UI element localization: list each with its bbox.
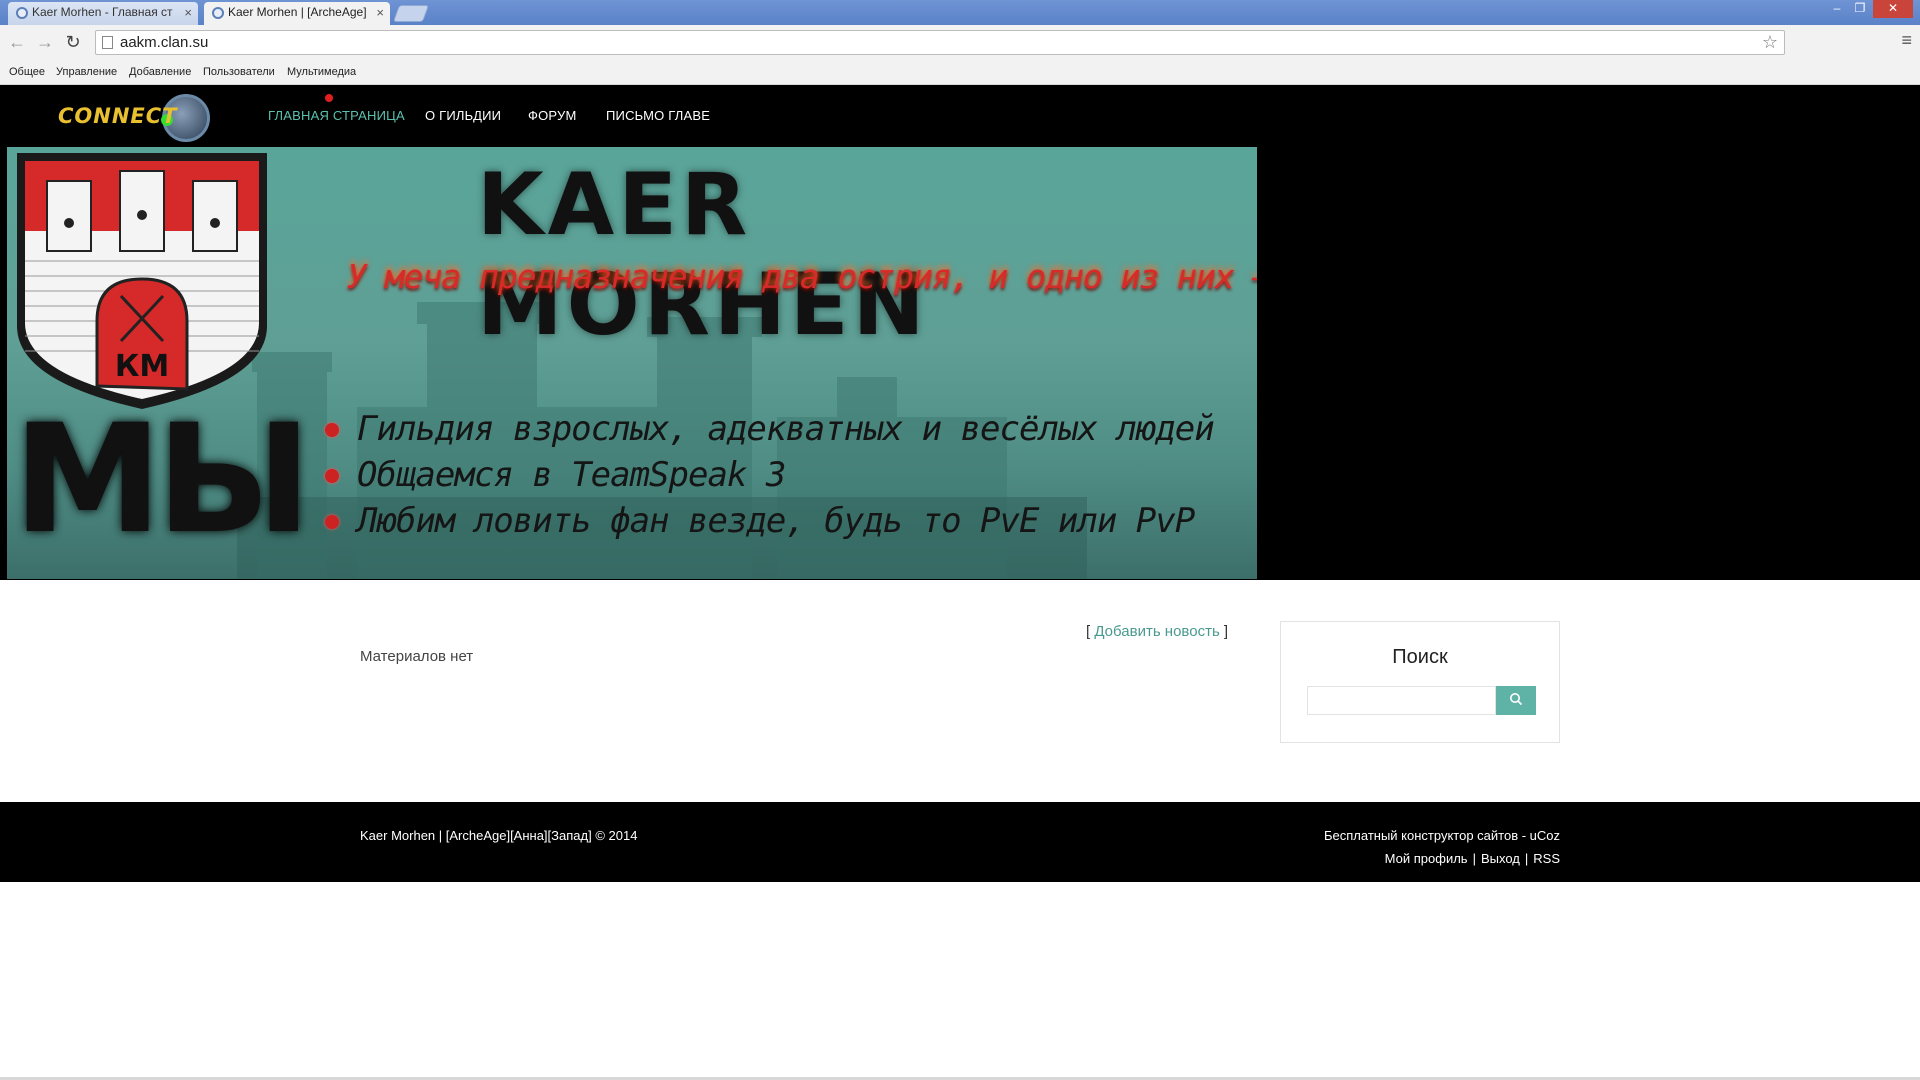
- forward-icon[interactable]: →: [34, 31, 56, 53]
- nav-indicator-dot: [325, 94, 333, 102]
- footer-copyright: Kaer Morhen | [ArcheAge][Анна][Запад] © …: [360, 828, 638, 843]
- bookmark-item[interactable]: Общее: [9, 66, 45, 78]
- banner-motto: У меча предназначения два острия, и одно…: [347, 257, 1257, 296]
- site-favicon-icon: [16, 7, 28, 19]
- add-news-link[interactable]: Добавить новость: [1094, 623, 1219, 640]
- browser-menu-icon[interactable]: ≡: [1901, 30, 1912, 51]
- site-header: CONNECT ГЛАВНАЯ СТРАНИЦА О ГИЛЬДИИ ФОРУМ…: [0, 85, 1920, 580]
- guild-banner: КМ KAER MORHEN У меча предназначения два…: [7, 147, 1257, 579]
- browser-tab-2[interactable]: Kaer Morhen | [ArcheAge] ×: [204, 2, 390, 25]
- search-icon: [1510, 693, 1523, 706]
- nav-about-guild[interactable]: О ГИЛЬДИИ: [425, 108, 501, 123]
- banner-title: KAER MORHEN: [477, 155, 929, 355]
- restore-icon[interactable]: ❐: [1849, 0, 1871, 18]
- reload-icon[interactable]: ↻: [62, 31, 84, 53]
- page-icon: [102, 36, 113, 49]
- search-title: Поиск: [1392, 646, 1448, 668]
- bookmarks-bar: Общее Управление Добавление Пользователи…: [0, 61, 1920, 85]
- banner-big-word: МЫ: [13, 393, 312, 567]
- no-materials-text: Материалов нет: [360, 648, 474, 665]
- tab-close-icon[interactable]: ×: [376, 2, 384, 23]
- main-content: [ Добавить новость ] Материалов нет Поис…: [0, 580, 1920, 802]
- search-widget: Поиск: [1280, 621, 1560, 743]
- minimize-icon[interactable]: –: [1826, 0, 1848, 18]
- tab-title: Kaer Morhen | [ArcheAge]: [228, 5, 367, 19]
- search-button[interactable]: [1496, 686, 1536, 715]
- red-bullet-icon: [325, 423, 339, 437]
- site-logo[interactable]: CONNECT: [58, 90, 218, 145]
- red-bullet-icon: [325, 469, 339, 483]
- add-news-wrapper: [ Добавить новость ]: [1086, 623, 1228, 640]
- logout-link[interactable]: Выход: [1481, 851, 1520, 866]
- separator: |: [1524, 851, 1529, 866]
- bullet-text: Гильдия взрослых, адекватных и весёлых л…: [357, 409, 1215, 449]
- guild-shield-emblem: КМ: [17, 153, 267, 409]
- address-url[interactable]: aakm.clan.su: [120, 31, 208, 54]
- address-bar[interactable]: aakm.clan.su ☆: [95, 30, 1785, 55]
- bullet-text: Общаемся в TeamSpeak 3: [357, 455, 786, 495]
- site-favicon-icon: [212, 7, 224, 19]
- tab-title: Kaer Morhen - Главная ст: [32, 5, 173, 19]
- nav-letter-to-leader[interactable]: ПИСЬМО ГЛАВЕ: [606, 108, 710, 123]
- bracket-close: ]: [1219, 623, 1229, 640]
- nav-forum[interactable]: ФОРУМ: [528, 108, 576, 123]
- rss-link[interactable]: RSS: [1533, 851, 1560, 866]
- banner-bullet: Гильдия взрослых, адекватных и весёлых л…: [325, 409, 1255, 455]
- bookmark-star-icon[interactable]: ☆: [1762, 31, 1778, 53]
- logo-text: CONNECT: [58, 104, 178, 128]
- search-input[interactable]: [1307, 686, 1496, 715]
- back-icon[interactable]: ←: [6, 31, 28, 53]
- browser-tab-1[interactable]: Kaer Morhen - Главная ст ×: [8, 2, 198, 25]
- browser-toolbar: ← → ↻ aakm.clan.su ☆: [0, 25, 1920, 61]
- my-profile-link[interactable]: Мой профиль: [1385, 851, 1468, 866]
- bookmark-item[interactable]: Управление: [56, 66, 117, 78]
- bullet-text: Любим ловить фан везде, будь то PvE или …: [357, 501, 1195, 541]
- separator: |: [1472, 851, 1476, 866]
- close-window-icon[interactable]: ✕: [1873, 0, 1913, 18]
- ucoz-link[interactable]: Бесплатный конструктор сайтов - uCoz: [1324, 828, 1560, 843]
- banner-bullet-list: Гильдия взрослых, адекватных и весёлых л…: [325, 409, 1255, 547]
- banner-bullet: Любим ловить фан везде, будь то PvE или …: [325, 501, 1255, 547]
- browser-titlebar: Kaer Morhen - Главная ст × Kaer Morhen |…: [0, 0, 1920, 25]
- banner-bullet: Общаемся в TeamSpeak 3: [325, 455, 1255, 501]
- tab-close-icon[interactable]: ×: [184, 2, 192, 23]
- bookmark-item[interactable]: Добавление: [129, 66, 191, 78]
- red-bullet-icon: [325, 515, 339, 529]
- new-tab-button[interactable]: [392, 5, 430, 22]
- footer-user-links: Мой профиль | Выход | RSS: [1385, 851, 1560, 866]
- bookmark-item[interactable]: Пользователи: [203, 66, 275, 78]
- bookmark-item[interactable]: Мультимедиа: [287, 66, 356, 78]
- shield-letters: КМ: [115, 349, 169, 384]
- nav-home[interactable]: ГЛАВНАЯ СТРАНИЦА: [268, 108, 405, 123]
- site-footer: Kaer Morhen | [ArcheAge][Анна][Запад] © …: [0, 802, 1920, 882]
